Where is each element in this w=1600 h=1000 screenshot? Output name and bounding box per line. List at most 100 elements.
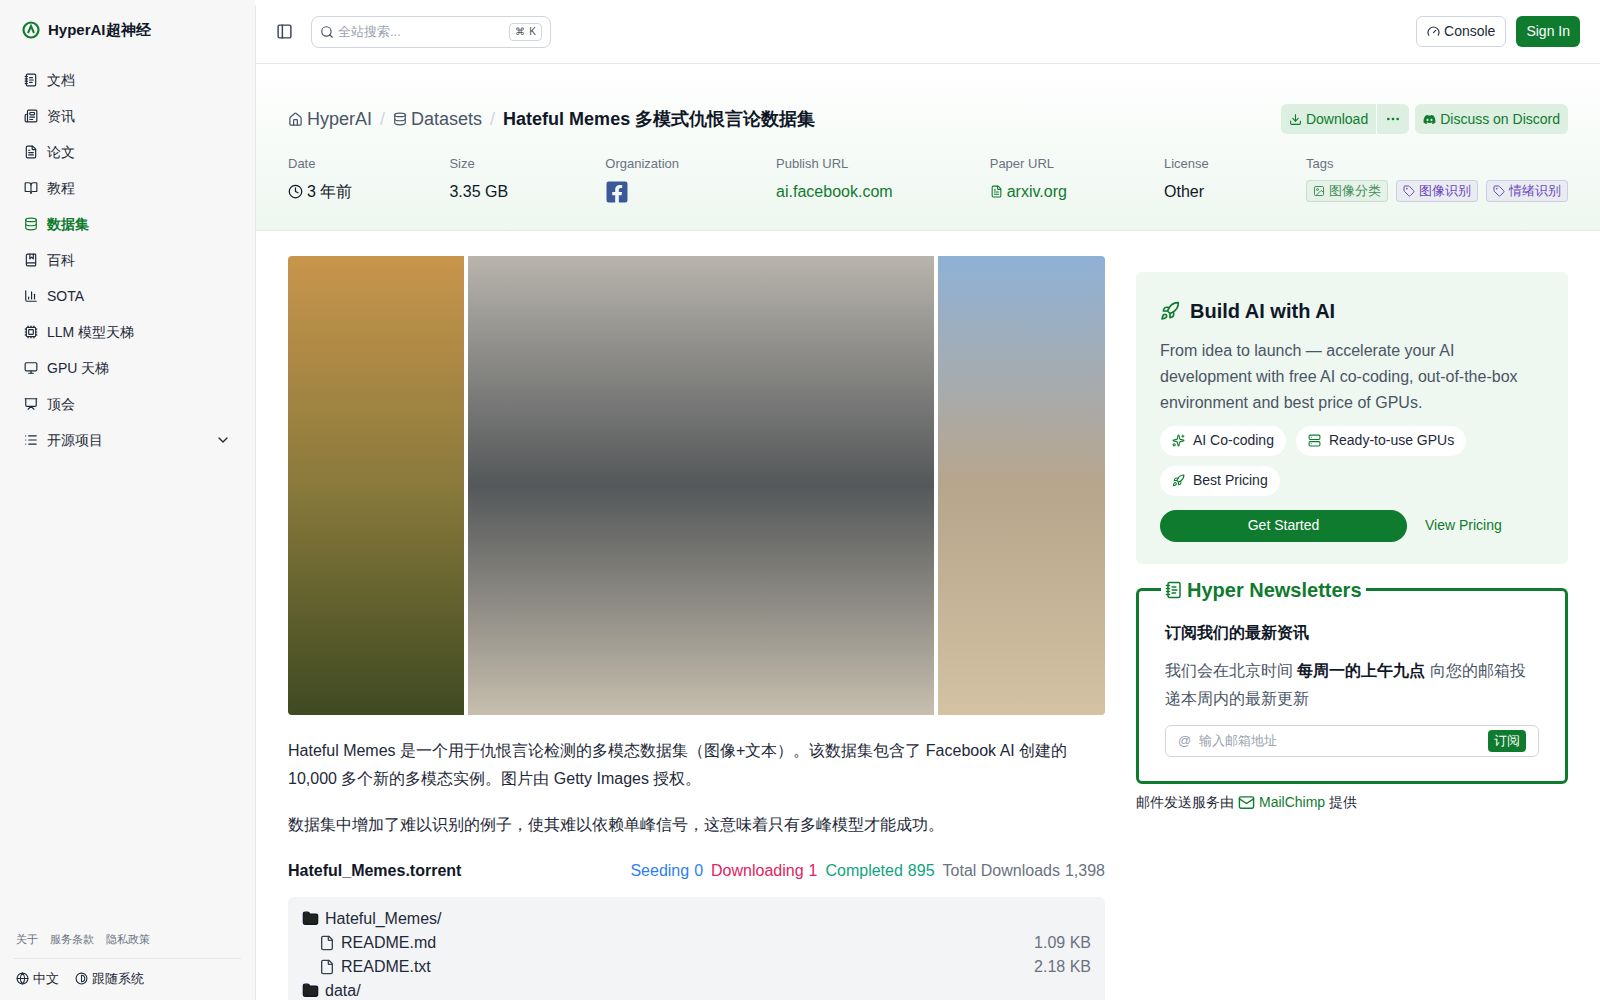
- subscribe-button[interactable]: 订阅: [1488, 730, 1526, 752]
- app: HyperAI超神经文档资讯论文教程数据集百科SOTALLM 模型天梯GPU 天…: [0, 0, 1600, 1000]
- download-icon: [1289, 113, 1302, 126]
- nav-icon: [24, 253, 38, 267]
- nav-icon: [24, 181, 38, 195]
- discord-icon: [1423, 113, 1436, 126]
- more-button[interactable]: [1376, 104, 1409, 134]
- publish-link[interactable]: ai.facebook.com: [776, 180, 893, 204]
- sidebar-item[interactable]: 论文: [14, 134, 241, 170]
- download-button[interactable]: Download: [1281, 104, 1376, 134]
- sidebar-item[interactable]: 文档: [14, 62, 241, 98]
- mailchimp-link[interactable]: MailChimp: [1259, 792, 1325, 813]
- paper-link[interactable]: arxiv.org: [990, 180, 1067, 204]
- topbar: 全站搜索...⌘K Console Sign In: [256, 0, 1600, 64]
- nav-icon: [24, 433, 38, 447]
- meta-item: LicenseOther: [1164, 154, 1209, 204]
- nav-icon: [24, 289, 38, 303]
- theme-switch[interactable]: 跟随系统: [75, 969, 144, 989]
- logo-icon: [22, 21, 40, 39]
- dataset-header: HyperAI/Datasets/Hateful Memes 多模式仇恨言论数据…: [256, 64, 1600, 231]
- logo[interactable]: HyperAI超神经: [14, 0, 241, 62]
- tag[interactable]: 情绪识别: [1486, 180, 1568, 202]
- globe-icon: [16, 972, 29, 985]
- newsletter-icon: [1165, 581, 1183, 599]
- nav-icon: [24, 145, 38, 159]
- hero-image: [288, 256, 1105, 715]
- search-field[interactable]: 全站搜索...⌘K: [311, 16, 551, 48]
- meta-item: Organization: [605, 154, 679, 204]
- get-started-button[interactable]: Get Started: [1160, 510, 1407, 542]
- folder-icon: [302, 910, 319, 927]
- shortcut-key: ⌘K: [509, 23, 542, 41]
- tag[interactable]: 图像分类: [1306, 180, 1388, 202]
- sidebar-item[interactable]: SOTA: [14, 278, 241, 314]
- nav-icon: [24, 361, 38, 375]
- clock-icon: [288, 184, 303, 199]
- torrent-stat: Completed895: [825, 859, 934, 883]
- meta-item: Date3 年前: [288, 154, 352, 204]
- feature-chip: Best Pricing: [1160, 466, 1280, 496]
- breadcrumb-item[interactable]: HyperAI: [288, 106, 372, 133]
- home-icon: [288, 112, 303, 127]
- gauge-icon: [1427, 25, 1440, 38]
- nav-icon: [24, 397, 38, 411]
- ellipsis-icon: [1385, 111, 1401, 127]
- sidebar-item[interactable]: 数据集: [14, 206, 241, 242]
- meta-row: Date3 年前 Size3.35 GB Organization Publish U…: [288, 154, 1568, 204]
- file-icon: [319, 935, 335, 951]
- meta-item: Size3.35 GB: [449, 154, 508, 204]
- sign-in-button[interactable]: Sign In: [1516, 16, 1580, 47]
- sidebar: HyperAI超神经文档资讯论文教程数据集百科SOTALLM 模型天梯GPU 天…: [0, 0, 255, 1000]
- file-row[interactable]: Hateful_Memes/: [302, 907, 1091, 931]
- chevron-down-icon[interactable]: [215, 432, 231, 448]
- folder-icon: [302, 982, 319, 999]
- breadcrumb-item[interactable]: Datasets: [393, 106, 482, 133]
- sidebar-item[interactable]: 顶会: [14, 386, 241, 422]
- console-button[interactable]: Console: [1416, 16, 1506, 47]
- chip-icon: [1172, 434, 1185, 447]
- file-row[interactable]: data/: [302, 979, 1091, 1000]
- sidebar-item[interactable]: 资讯: [14, 98, 241, 134]
- footer-link[interactable]: 服务条款: [50, 931, 94, 948]
- rocket-icon: [1160, 301, 1180, 321]
- panel-left-icon[interactable]: [276, 23, 293, 40]
- content-scroll: HyperAI/Datasets/Hateful Memes 多模式仇恨言论数据…: [256, 64, 1600, 1000]
- promo-card: Build AI with AIFrom idea to launch — ac…: [1136, 272, 1568, 564]
- mail-icon: [1238, 794, 1255, 811]
- sidebar-nav: 文档资讯论文教程数据集百科SOTALLM 模型天梯GPU 天梯顶会开源项目: [14, 62, 241, 458]
- tag-icon: [1313, 185, 1325, 197]
- file-row[interactable]: README.md1.09 KB: [302, 931, 1091, 955]
- feature-chip: AI Co-coding: [1160, 426, 1286, 456]
- meta-item: Publish URLai.facebook.com: [776, 154, 893, 204]
- main: 全站搜索...⌘K Console Sign In HyperAI/Datasets/…: [255, 0, 1600, 1000]
- tag[interactable]: 图像识别: [1396, 180, 1478, 202]
- language-switch[interactable]: 中文: [16, 969, 59, 989]
- sidebar-item[interactable]: 教程: [14, 170, 241, 206]
- description: Hateful Memes 是一个用于仇恨言论检测的多模态数据集（图像+文本）。…: [288, 737, 1105, 839]
- discord-button[interactable]: Discuss on Discord: [1415, 104, 1568, 134]
- meta-item: Paper URLarxiv.org: [990, 154, 1067, 204]
- paper-icon: [990, 185, 1003, 198]
- file-row[interactable]: README.txt2.18 KB: [302, 955, 1091, 979]
- sidebar-item[interactable]: GPU 天梯: [14, 350, 241, 386]
- feature-chip: Ready-to-use GPUs: [1296, 426, 1466, 456]
- torrent-name: Hateful_Memes.torrent: [288, 859, 461, 883]
- side-column: Build AI with AIFrom idea to launch — ac…: [1136, 256, 1568, 1000]
- nav-icon: [24, 109, 38, 123]
- contrast-icon: [75, 972, 88, 985]
- sidebar-item[interactable]: 开源项目: [14, 422, 241, 458]
- breadcrumb-current: Hateful Memes 多模式仇恨言论数据集: [503, 106, 815, 133]
- email-field[interactable]: @输入邮箱地址订阅: [1165, 725, 1539, 757]
- view-pricing-link[interactable]: View Pricing: [1425, 515, 1502, 536]
- file-icon: [319, 959, 335, 975]
- file-tree: Hateful_Memes/README.md1.09 KBREADME.txt…: [288, 897, 1105, 1000]
- footer-link[interactable]: 关于: [16, 931, 38, 948]
- torrent-section: Hateful_Memes.torrentSeeding0Downloading…: [288, 859, 1105, 1000]
- chip-icon: [1308, 434, 1321, 447]
- sidebar-item[interactable]: LLM 模型天梯: [14, 314, 241, 350]
- sidebar-item[interactable]: 百科: [14, 242, 241, 278]
- facebook-icon[interactable]: [605, 180, 629, 204]
- breadcrumb: HyperAI/Datasets/Hateful Memes 多模式仇恨言论数据…: [288, 106, 815, 133]
- meta-item: Tags图像分类图像识别情绪识别: [1306, 154, 1568, 202]
- chip-icon: [1172, 474, 1185, 487]
- footer-link[interactable]: 隐私政策: [106, 931, 150, 948]
